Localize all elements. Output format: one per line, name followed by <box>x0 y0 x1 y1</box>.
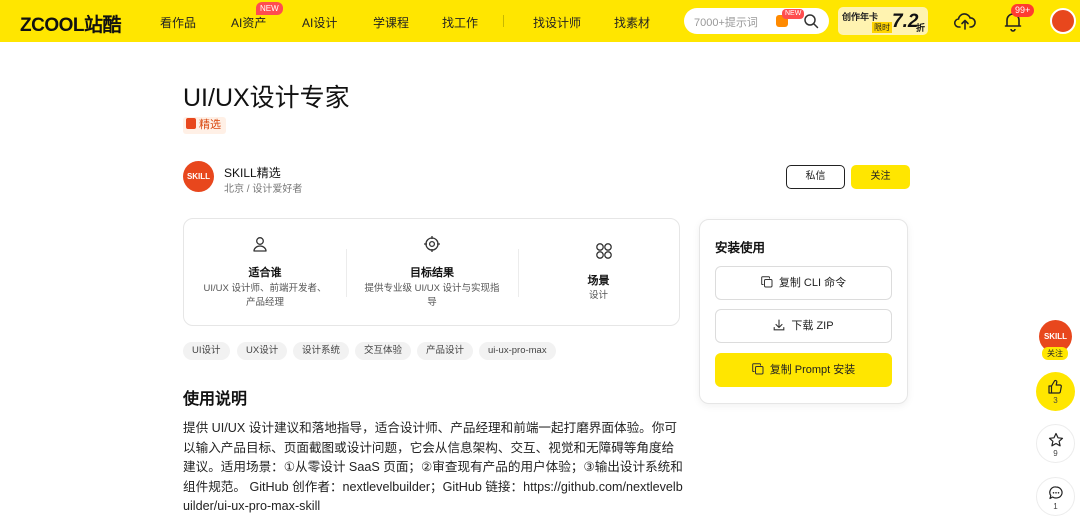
info-goal-title: 目标结果 <box>410 267 454 279</box>
upload-cloud-icon[interactable] <box>953 9 977 33</box>
notification-badge: 99+ <box>1011 4 1035 17</box>
info-audience-desc: UI/UX 设计师、前端开发者、产品经理 <box>203 283 327 308</box>
copy-icon <box>751 363 764 375</box>
grid-icon <box>596 243 612 259</box>
comment-count: 1 <box>1053 502 1058 511</box>
search-box[interactable]: 7000+提示词 NEW <box>684 8 829 34</box>
info-scene-desc: 设计 <box>588 290 608 301</box>
copy-prompt-install-button[interactable]: 复制 Prompt 安装 <box>715 353 892 387</box>
search-input[interactable]: 7000+提示词 <box>694 14 758 30</box>
like-button[interactable]: 3 <box>1036 372 1075 411</box>
install-panel: 安装使用 复制 CLI 命令 下载 ZIP 复制 Prompt 安装 <box>699 219 908 404</box>
page-title: UI/UX设计专家 <box>183 84 350 112</box>
download-zip-button[interactable]: 下载 ZIP <box>715 309 892 343</box>
usage-title: 使用说明 <box>183 391 248 408</box>
usage-description: 提供 UI/UX 设计建议和落地指导，适合设计师、产品经理和前端一起打磨界面体验… <box>183 421 683 514</box>
skill-info-card: 适合谁 UI/UX 设计师、前端开发者、产品经理 目标结果 提供专业级 UI/U… <box>183 218 680 326</box>
copy-icon <box>761 276 773 288</box>
nav-divider <box>503 15 504 27</box>
rail-follow-button[interactable]: 关注 <box>1042 347 1068 360</box>
star-icon <box>1048 432 1064 447</box>
tag-ui-design[interactable]: UI设计 <box>183 342 230 360</box>
copy-cli-label: 复制 CLI 命令 <box>778 277 847 289</box>
featured-badge: 精选 <box>183 117 226 134</box>
comment-button[interactable]: 1 <box>1036 477 1075 516</box>
message-button[interactable]: 私信 <box>786 165 845 189</box>
author-avatar[interactable]: SKILL <box>183 161 214 192</box>
tag-interaction[interactable]: 交互体验 <box>355 342 412 360</box>
tag-ui-ux-pro-max[interactable]: ui-ux-pro-max <box>479 342 556 360</box>
info-goal: 目标结果 提供专业级 UI/UX 设计与实现指导 <box>346 219 518 325</box>
favorite-count: 9 <box>1053 449 1058 458</box>
featured-label: 精选 <box>199 119 221 131</box>
promo-discount: 7.2 <box>892 11 919 32</box>
bookmark-icon <box>186 118 196 129</box>
nav-item-works[interactable]: 看作品 <box>160 14 196 31</box>
info-scene: 场景 设计 <box>518 219 679 325</box>
info-scene-title: 场景 <box>587 275 610 287</box>
like-count: 3 <box>1053 396 1058 405</box>
follow-button[interactable]: 关注 <box>851 165 910 189</box>
info-audience: 适合谁 UI/UX 设计师、前端开发者、产品经理 <box>184 219 346 325</box>
nav-new-badge: NEW <box>256 2 283 15</box>
tag-ux-design[interactable]: UX设计 <box>237 342 288 360</box>
info-audience-title: 适合谁 <box>248 267 282 279</box>
info-goal-desc: 提供专业级 UI/UX 设计与实现指导 <box>364 283 500 308</box>
target-icon <box>424 236 440 252</box>
favorite-button[interactable]: 9 <box>1036 424 1075 463</box>
tag-design-system[interactable]: 设计系统 <box>293 342 350 360</box>
author-name[interactable]: SKILL精选 <box>224 164 281 181</box>
nav-item-ai-design[interactable]: AI设计 <box>302 14 337 31</box>
promo-discount-unit: 折 <box>916 23 926 33</box>
author-meta: 北京 / 设计爱好者 <box>224 184 303 195</box>
tag-product-design[interactable]: 产品设计 <box>417 342 474 360</box>
nav-item-materials[interactable]: 找素材 <box>614 14 650 31</box>
nav-item-courses[interactable]: 学课程 <box>373 14 409 31</box>
nav-item-designers[interactable]: 找设计师 <box>533 14 581 31</box>
nav-item-jobs[interactable]: 找工作 <box>442 14 478 31</box>
promo-limited: 限时 <box>872 22 892 33</box>
search-icon[interactable] <box>803 13 819 29</box>
user-avatar[interactable] <box>1050 8 1076 34</box>
download-zip-label: 下载 ZIP <box>791 320 834 332</box>
download-icon <box>774 319 785 331</box>
copy-prompt-label: 复制 Prompt 安装 <box>769 364 856 376</box>
nav-item-ai-assets[interactable]: AI资产 <box>231 14 266 31</box>
person-icon <box>253 237 267 252</box>
membership-promo-banner[interactable]: 创作年卡 限时 7.2 折 <box>838 7 928 35</box>
search-new-badge: NEW <box>782 9 805 19</box>
top-navigation-bar: ZCOOL站酷 看作品 AI资产 NEW AI设计 学课程 找工作 找设计师 找… <box>0 0 1080 42</box>
install-title: 安装使用 <box>715 241 766 255</box>
thumbs-up-icon <box>1048 379 1062 394</box>
copy-cli-button[interactable]: 复制 CLI 命令 <box>715 266 892 300</box>
zcool-logo[interactable]: ZCOOL站酷 <box>20 10 122 37</box>
comment-icon <box>1049 486 1063 500</box>
